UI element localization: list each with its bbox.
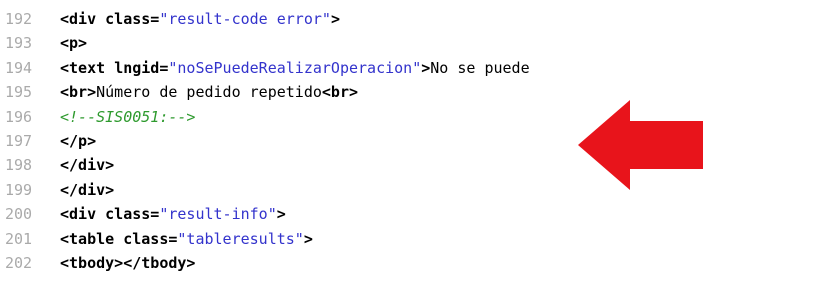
line-number: 194 [5, 58, 33, 77]
code-line: 194 <text lngid="noSePuedeRealizarOperaci… [0, 56, 822, 80]
code-token-tag: <p> [60, 34, 88, 53]
code-token-attr: lngid= [114, 58, 169, 77]
line-number: 198 [5, 156, 33, 175]
code-line: 192 <div class="result-code error"> [0, 7, 822, 31]
code-token-tag: > [276, 205, 286, 224]
code-token-comment: <!--SIS0051:--> [60, 107, 196, 126]
code-token-text: Número de pedido repetido [96, 83, 322, 102]
line-number: 193 [5, 34, 33, 53]
code-token-tag: <tbody></tbody> [60, 253, 196, 272]
code-token-str: "result-info" [159, 205, 277, 224]
code-token-tag: > [421, 58, 431, 77]
code-line: 200 <div class="result-info"> [0, 202, 822, 226]
code-line: 201 <table class="tableresults"> [0, 227, 822, 251]
code-token-text: No se puede [430, 58, 530, 77]
line-number: 202 [5, 253, 33, 272]
code-line: 202 <tbody></tbody> [0, 251, 822, 275]
code-token-tag: > [330, 10, 340, 28]
code-token-tag: <table [60, 229, 124, 248]
code-token-attr: class= [123, 229, 178, 248]
line-number: 197 [5, 131, 33, 150]
code-token-str: "result-code error" [159, 10, 331, 28]
line-number: 201 [5, 229, 33, 248]
line-number: 195 [5, 83, 33, 102]
code-token-tag: <div [60, 205, 106, 224]
code-token-attr: class= [105, 10, 160, 28]
code-token-tag: </div> [60, 156, 115, 175]
code-token-tag: </p> [60, 131, 97, 150]
code-token-tag: > [303, 229, 313, 248]
line-number: 199 [5, 180, 33, 199]
screenshot-root: 192 <div class="result-code error"> 193 <p>… [0, 0, 822, 302]
code-token-tag: </div> [60, 180, 115, 199]
arrow-shape [578, 100, 703, 190]
code-token-tag: <br> [321, 83, 359, 102]
code-token-tag: <div [60, 10, 106, 28]
line-number: 200 [5, 205, 33, 224]
line-number: 192 [5, 10, 33, 28]
code-token-tag: <br> [60, 83, 97, 102]
line-number: 196 [5, 107, 33, 126]
code-token-str: "tableresults" [177, 229, 304, 248]
code-token-tag: <text [60, 58, 115, 77]
left-arrow-icon [578, 100, 703, 190]
code-token-attr: class= [105, 205, 160, 224]
code-token-str: "noSePuedeRealizarOperacion" [168, 58, 422, 77]
code-line: 193 <p> [0, 31, 822, 55]
